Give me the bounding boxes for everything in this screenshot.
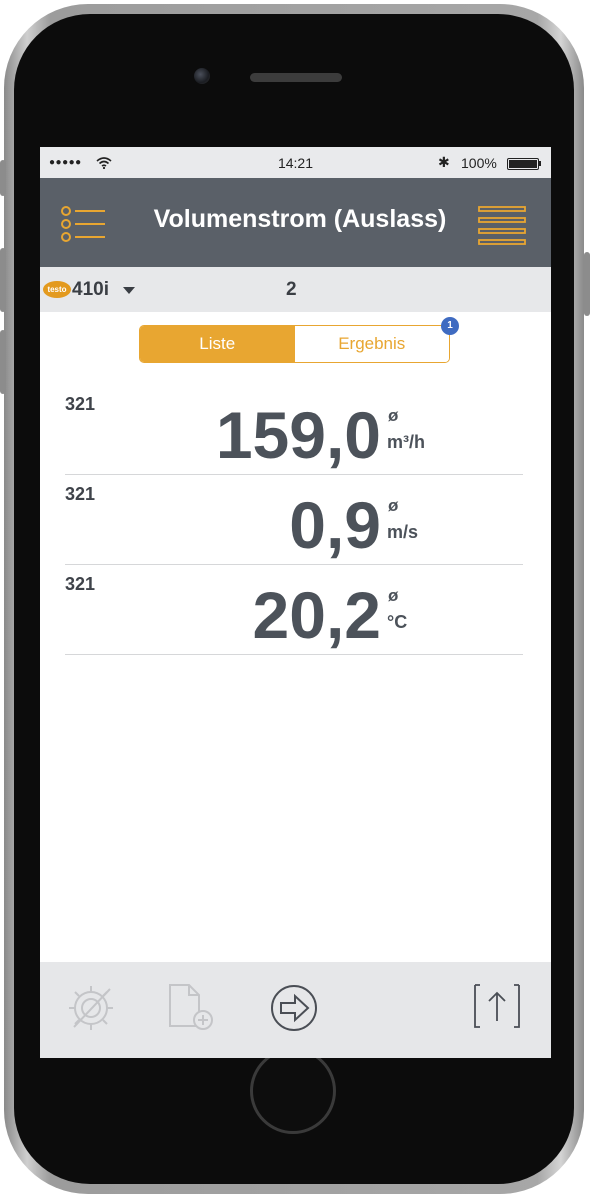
list-menu-icon[interactable] bbox=[60, 206, 106, 242]
battery-icon bbox=[507, 158, 539, 170]
average-symbol: ø bbox=[388, 496, 399, 515]
average-symbol: ø bbox=[388, 406, 399, 425]
earpiece-speaker bbox=[250, 73, 342, 82]
reading-unit: m/s bbox=[387, 522, 419, 542]
reading-value: 0,9 bbox=[289, 488, 381, 562]
reading-unit: °C bbox=[387, 612, 408, 632]
view-segmented-control: Liste Ergebnis bbox=[139, 325, 450, 363]
device-bar: testo 410i 2 bbox=[40, 267, 551, 312]
screen: ●●●●● 14:21 ✱ 100% Volumenstrom (Auslass… bbox=[40, 147, 551, 1058]
reading-row: 321 0,9 ø m/s bbox=[65, 474, 523, 565]
probe-label: 321 bbox=[65, 394, 96, 414]
dropdown-caret-icon[interactable] bbox=[123, 287, 135, 294]
export-icon[interactable] bbox=[472, 982, 522, 1032]
power-button bbox=[584, 252, 590, 316]
app-bar: Volumenstrom (Auslass) bbox=[40, 178, 551, 267]
page-title: Volumenstrom (Auslass) bbox=[153, 205, 447, 233]
reading-value: 159,0 bbox=[215, 398, 381, 472]
home-button[interactable] bbox=[250, 1048, 336, 1134]
reading-value: 20,2 bbox=[252, 578, 381, 652]
battery-tip bbox=[539, 161, 541, 166]
volume-down-button bbox=[0, 330, 6, 394]
tab-ergebnis[interactable]: Ergebnis bbox=[294, 326, 449, 362]
bluetooth-icon: ✱ bbox=[438, 154, 450, 170]
reading-row: 321 159,0 ø m³/h bbox=[65, 384, 523, 475]
bottom-toolbar bbox=[40, 962, 551, 1058]
probe-label: 321 bbox=[65, 484, 96, 504]
device-selector[interactable]: 410i bbox=[72, 279, 109, 301]
front-camera bbox=[194, 68, 210, 84]
settings-icon[interactable] bbox=[66, 983, 116, 1033]
battery-percent: 100% bbox=[461, 155, 497, 171]
result-badge: 1 bbox=[441, 317, 459, 335]
probe-label: 321 bbox=[65, 574, 96, 594]
testo-logo: testo bbox=[43, 281, 71, 298]
next-arrow-icon[interactable] bbox=[269, 983, 319, 1033]
reading-row: 321 20,2 ø °C bbox=[65, 564, 523, 655]
volume-up-button bbox=[0, 248, 6, 312]
status-bar: ●●●●● 14:21 ✱ 100% bbox=[40, 147, 551, 178]
average-symbol: ø bbox=[388, 586, 399, 605]
device-count: 2 bbox=[286, 279, 297, 300]
mute-switch bbox=[0, 160, 6, 196]
reading-unit: m³/h bbox=[387, 432, 425, 452]
hamburger-icon[interactable] bbox=[478, 205, 526, 245]
tab-liste[interactable]: Liste bbox=[140, 326, 295, 362]
new-file-icon[interactable] bbox=[167, 982, 217, 1032]
